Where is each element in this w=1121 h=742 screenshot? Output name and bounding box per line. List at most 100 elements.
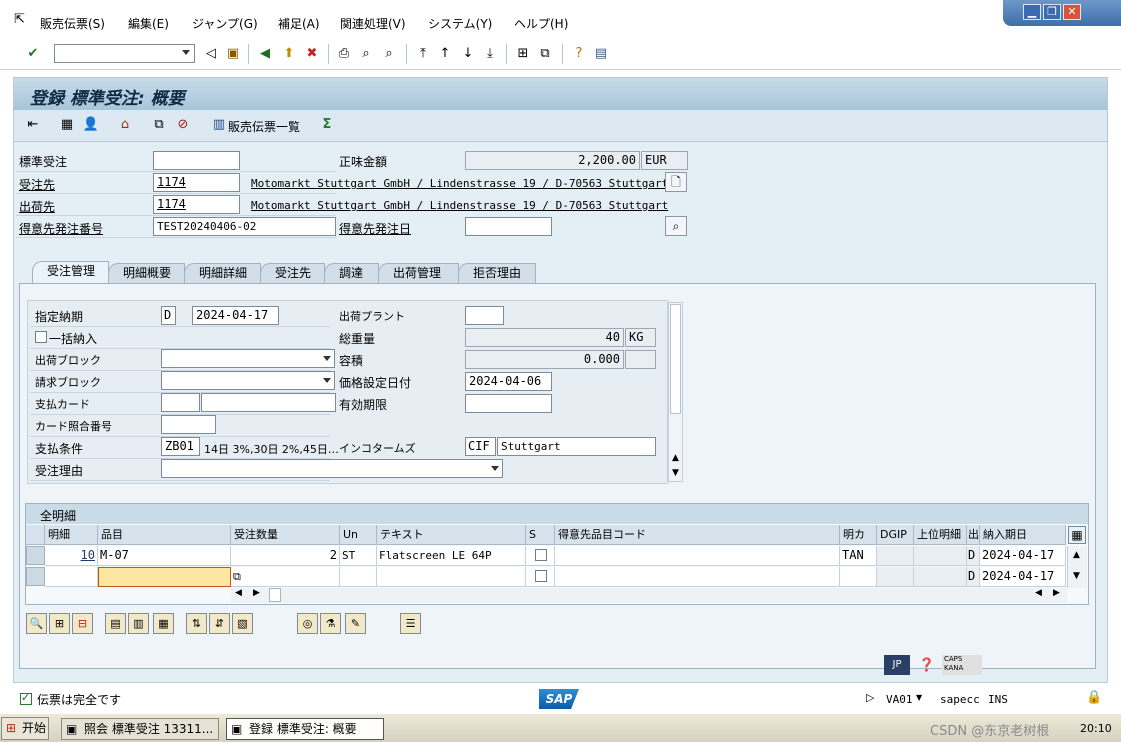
edit-item-icon[interactable]: ✎ [345,613,366,634]
tab-shipping[interactable]: 出荷管理 [378,263,459,283]
exit-icon[interactable]: ⬆ [280,45,298,63]
find-next-icon[interactable]: ⌕ [380,45,398,63]
scroll-down-icon[interactable]: ▼ [672,468,679,478]
insert-mode[interactable]: INS [988,693,1008,706]
delete-row-icon[interactable]: ⊟ [72,613,93,634]
scroll-thumb[interactable] [269,588,281,602]
quantity-cell[interactable]: 2 [231,546,340,566]
item-details-icon[interactable]: 🔍 [26,613,47,634]
payment-terms-field[interactable]: ZB01 [161,437,200,456]
tab-rejection-reason[interactable]: 拒否理由 [458,263,536,283]
scroll-left-icon[interactable]: ◀ [1035,588,1042,598]
item-category-cell[interactable] [840,567,877,587]
scroll-right-icon[interactable]: ▶ [253,588,260,598]
incoterms-place-field[interactable]: Stuttgart [497,437,656,456]
material-input-active[interactable] [98,567,231,587]
po-number-label[interactable]: 得意先発注番号 [19,220,103,237]
pricing-date-field[interactable]: 2024-04-06 [465,372,552,391]
item-number-cell[interactable] [45,567,98,587]
customer-material-cell[interactable] [555,546,840,566]
scroll-left-icon[interactable]: ◀ [235,588,242,598]
table-settings-icon[interactable]: ▦ [1068,526,1086,544]
ime-help-icon[interactable]: ❓ [917,656,937,675]
last-page-icon[interactable]: ⤓ [481,45,499,63]
sold-to-label[interactable]: 受注先 [19,176,55,193]
order-number-field[interactable] [153,151,240,170]
help-icon[interactable]: ? [570,45,588,63]
tab-sales[interactable]: 受注管理 [32,261,109,284]
status-expand-icon[interactable]: ▷ [866,691,874,704]
s-checkbox[interactable] [535,549,547,561]
menu-help[interactable]: ヘルプ(H) [514,15,568,32]
po-date-label[interactable]: 得意先発注日 [339,220,411,237]
column-header-higher-item[interactable]: 上位明細 [914,525,967,545]
row-selector[interactable] [26,567,45,586]
transaction-dropdown-icon[interactable]: ▼ [916,693,922,702]
pricing-icon[interactable]: ◎ [297,613,318,634]
doc-list-icon[interactable]: ▥ [210,116,228,134]
sort-ascending-icon[interactable]: ⇅ [186,613,207,634]
s-checkbox[interactable] [535,570,547,582]
customer-material-cell[interactable] [555,567,840,587]
unit-cell[interactable] [340,567,377,587]
incoterms-field[interactable]: CIF [465,437,496,456]
text-cell[interactable] [377,567,526,587]
table-horizontal-scrollbar[interactable]: ◀ ▶ ◀ ▶ [231,588,1067,603]
select-all-icon[interactable]: ▤ [105,613,126,634]
scroll-up-icon[interactable]: ▲ [1073,550,1080,560]
deselect-all-icon[interactable]: ▦ [153,613,174,634]
find-icon[interactable]: ⌕ [357,45,375,63]
minimize-icon[interactable]: ▁ [1023,4,1041,20]
sold-to-address[interactable]: Motomarkt Stuttgart GmbH / Lindenstrasse… [251,177,668,190]
order-reason-select[interactable] [161,459,503,478]
text-cell[interactable]: Flatscreen LE 64P [377,546,526,566]
shortcut-icon[interactable]: ⧉ [536,45,554,63]
new-session-icon[interactable]: ⊞ [514,45,532,63]
panel-scrollbar[interactable]: ▲ ▼ [668,302,683,482]
menu-edit[interactable]: 編集(E) [128,15,169,32]
delete-icon[interactable]: ⊘ [174,116,192,134]
column-header-delivery-date[interactable]: 納入期日 [980,525,1066,545]
card-verification-field[interactable] [161,415,216,434]
ship-to-address[interactable]: Motomarkt Stuttgart GmbH / Lindenstrasse… [251,199,668,212]
document-icon[interactable]: 🗋 [665,172,687,192]
column-header-customer-material[interactable]: 得意先品目コード [555,525,840,545]
column-header-text[interactable]: テキスト [377,525,526,545]
cancel-icon[interactable]: ✖ [303,45,321,63]
previous-page-icon[interactable]: ↑ [436,45,454,63]
home-icon[interactable]: ⌂ [116,116,134,134]
quantity-cell[interactable]: ⧉ [231,567,340,587]
valid-until-field[interactable] [465,394,552,413]
ship-to-field[interactable]: 1174 [153,195,240,214]
task-display-order[interactable]: ▣ 照会 標準受注 13311... [61,718,219,740]
menu-goto[interactable]: ジャンプ(G) [192,15,258,32]
configuration-icon[interactable]: ☰ [400,613,421,634]
print-icon[interactable]: ⎙ [335,45,353,63]
restore-icon[interactable]: ❐ [1043,4,1061,20]
select-block-icon[interactable]: ▥ [128,613,149,634]
unit-cell[interactable]: ST [340,546,377,566]
table-vertical-scrollbar[interactable]: ▲ ▼ [1067,546,1087,588]
column-header-dgip[interactable]: DGIP [877,525,914,545]
column-header-item-category[interactable]: 明カ [840,525,877,545]
partner-icon[interactable]: 👤 [82,116,100,134]
insert-row-icon[interactable]: ⊞ [49,613,70,634]
column-header-s[interactable]: S [526,525,555,545]
menu-icon[interactable]: ⇱ [14,12,25,27]
sold-to-field[interactable]: 1174 [153,173,240,192]
column-header-unit[interactable]: Un [340,525,377,545]
scroll-up-icon[interactable]: ▲ [672,453,679,463]
search-doc-icon[interactable]: ⌕ [665,216,687,236]
header-icon[interactable]: ▦ [58,116,76,134]
layout-menu-icon[interactable]: ▤ [592,45,610,63]
menu-system[interactable]: システム(Y) [428,15,492,32]
back-icon[interactable]: ◀ [256,45,274,63]
column-header-quantity[interactable]: 受注数量 [231,525,340,545]
sort-descending-icon[interactable]: ⇵ [209,613,230,634]
scroll-right-icon[interactable]: ▶ [1053,588,1060,598]
complete-delivery-checkbox[interactable] [35,331,47,343]
menu-environment[interactable]: 関連処理(V) [340,15,406,32]
column-header-delivery[interactable]: 出 [967,525,980,545]
billing-block-select[interactable] [161,371,335,390]
ship-to-label[interactable]: 出荷先 [19,198,55,215]
